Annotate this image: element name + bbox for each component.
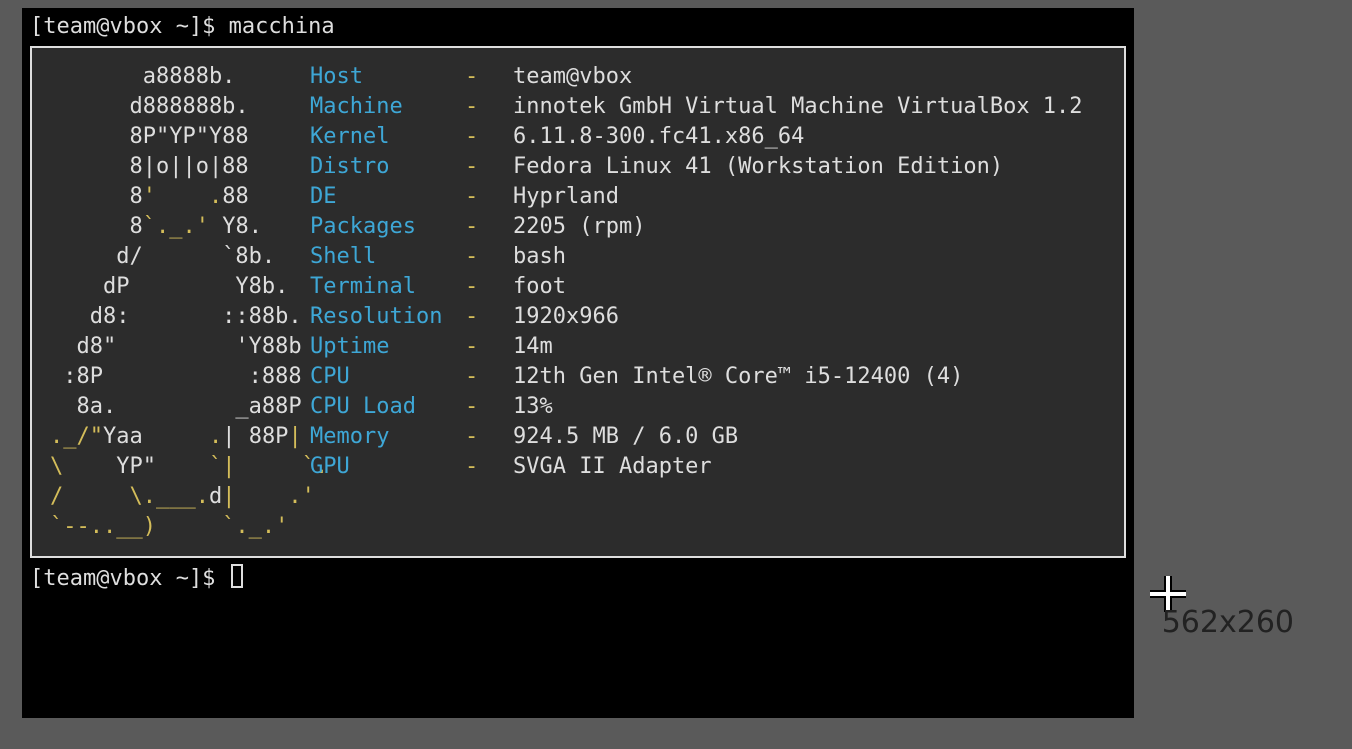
info-separator: - xyxy=(465,242,513,272)
ascii-art-line: 8a. _a88P xyxy=(50,392,310,422)
info-value: innotek GmbH Virtual Machine VirtualBox … xyxy=(513,92,1106,122)
ascii-art-line: dP Y8b. xyxy=(50,272,310,302)
info-label: Terminal xyxy=(310,272,465,302)
info-label: Packages xyxy=(310,212,465,242)
ascii-art-line: 8P"YP"Y88 xyxy=(50,122,310,152)
selection-size-overlay: 562x260 xyxy=(1162,608,1294,638)
info-label: Kernel xyxy=(310,122,465,152)
info-value: 2205 (rpm) xyxy=(513,212,1106,242)
ascii-art-line: 8|o||o|88 xyxy=(50,152,310,182)
info-value: 6.11.8-300.fc41.x86_64 xyxy=(513,122,1106,152)
info-value: Fedora Linux 41 (Workstation Edition) xyxy=(513,152,1106,182)
ascii-art-line: d8: ::88b. xyxy=(50,302,310,332)
terminal-window[interactable]: [team@vbox ~]$ macchina a8888b. Host - t… xyxy=(22,8,1134,718)
info-value: 924.5 MB / 6.0 GB xyxy=(513,422,1106,452)
info-separator: - xyxy=(465,92,513,122)
info-value: 12th Gen Intel® Core™ i5-12400 (4) xyxy=(513,362,1106,392)
info-label: Machine xyxy=(310,92,465,122)
info-separator: - xyxy=(465,422,513,452)
ascii-art-line: / \.___.d| .' xyxy=(50,482,310,512)
ascii-art-line: 8' .88 xyxy=(50,182,310,212)
ascii-art-line: :8P :888 xyxy=(50,362,310,392)
info-label: Host xyxy=(310,62,465,92)
info-value: 14m xyxy=(513,332,1106,362)
info-label: DE xyxy=(310,182,465,212)
info-label: Uptime xyxy=(310,332,465,362)
info-separator: - xyxy=(465,362,513,392)
ascii-art-line: d/ `8b. xyxy=(50,242,310,272)
prompt-text: [team@vbox ~]$ xyxy=(30,566,229,591)
prompt-line-1: [team@vbox ~]$ macchina xyxy=(30,12,1126,42)
info-separator: - xyxy=(465,62,513,92)
info-value: team@vbox xyxy=(513,62,1106,92)
info-label: GPU xyxy=(310,452,465,482)
info-label: Distro xyxy=(310,152,465,182)
info-separator: - xyxy=(465,272,513,302)
ascii-art-line: d8" 'Y88b xyxy=(50,332,310,362)
info-label: CPU xyxy=(310,362,465,392)
info-separator: - xyxy=(465,182,513,212)
info-value: foot xyxy=(513,272,1106,302)
macchina-output-box: a8888b. Host - team@vbox d888888b. Machi… xyxy=(30,46,1126,558)
info-value: 13% xyxy=(513,392,1106,422)
cursor-icon xyxy=(231,564,243,588)
info-separator: - xyxy=(465,122,513,152)
prompt-line-2[interactable]: [team@vbox ~]$ xyxy=(30,564,1126,594)
info-label: Memory xyxy=(310,422,465,452)
info-label: Resolution xyxy=(310,302,465,332)
info-separator: - xyxy=(465,302,513,332)
info-separator: - xyxy=(465,332,513,362)
info-value: 1920x966 xyxy=(513,302,1106,332)
ascii-art-line: `--..__) `._.' xyxy=(50,512,310,542)
info-label: Shell xyxy=(310,242,465,272)
info-value: SVGA II Adapter xyxy=(513,452,1106,482)
ascii-art-line: d888888b. xyxy=(50,92,310,122)
ascii-art-line: a8888b. xyxy=(50,62,310,92)
info-separator: - xyxy=(465,152,513,182)
ascii-art-line: 8`._.' Y8. xyxy=(50,212,310,242)
info-label: CPU Load xyxy=(310,392,465,422)
ascii-art-line: ._/"Yaa .| 88P| xyxy=(50,422,310,452)
ascii-art-line: \ YP" `| `. xyxy=(50,452,310,482)
info-value: bash xyxy=(513,242,1106,272)
info-value: Hyprland xyxy=(513,182,1106,212)
info-separator: - xyxy=(465,452,513,482)
info-separator: - xyxy=(465,212,513,242)
info-separator: - xyxy=(465,392,513,422)
